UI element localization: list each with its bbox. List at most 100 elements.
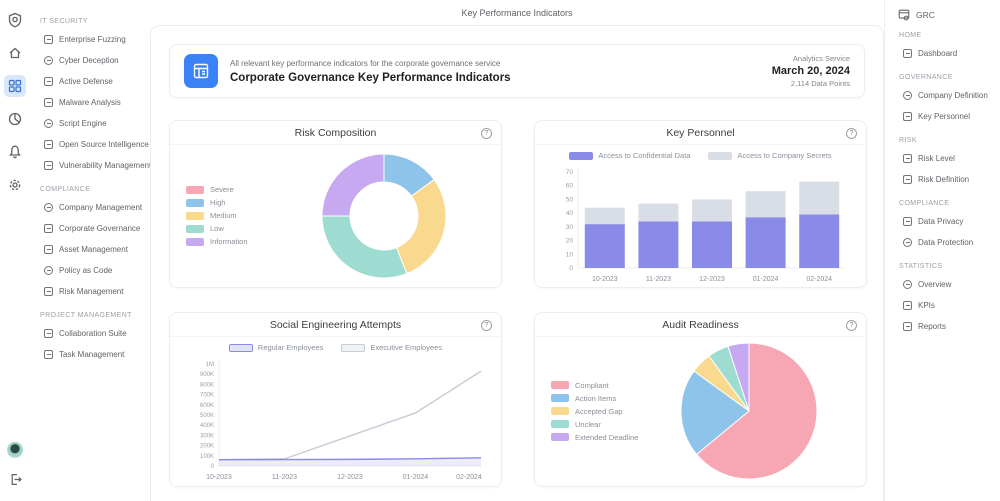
- legend-entry[interactable]: Extended Deadline: [551, 433, 631, 442]
- sidebar-item-label: Company Definition: [918, 91, 988, 100]
- svg-text:0: 0: [210, 464, 214, 470]
- page-title: Key Performance Indicators: [150, 0, 884, 25]
- sidebar-item-cyber-deception[interactable]: Cyber Deception: [38, 50, 144, 71]
- svg-text:200K: 200K: [199, 444, 213, 450]
- sidebar-item-company-management[interactable]: Company Management: [38, 197, 144, 218]
- logout-icon[interactable]: [4, 468, 26, 490]
- svg-text:11-2023: 11-2023: [645, 276, 670, 283]
- sidebar-item-vulnerability-management[interactable]: Vulnerability Management: [38, 155, 144, 176]
- legend-entry[interactable]: Access to Company Secrets: [708, 151, 831, 160]
- legend-entry[interactable]: High: [186, 198, 266, 207]
- svg-text:400K: 400K: [199, 423, 213, 429]
- sidebar-item-data-protection[interactable]: Data Protection: [897, 232, 996, 253]
- legend-entry[interactable]: Regular Employees: [229, 343, 323, 352]
- legend-label: Access to Company Secrets: [737, 151, 831, 160]
- sidebar-item-key-personnel[interactable]: Key Personnel: [897, 106, 996, 127]
- sidebar-item-label: Script Engine: [59, 119, 107, 128]
- legend-entry[interactable]: Access to Confidential Data: [569, 151, 690, 160]
- sidebar-item-risk-management[interactable]: Risk Management: [38, 281, 144, 302]
- reports-icon: [903, 322, 912, 331]
- sidebar-item-label: Key Personnel: [918, 112, 970, 121]
- help-icon[interactable]: ?: [481, 128, 492, 139]
- company-definition-icon: [903, 91, 912, 100]
- svg-text:40: 40: [565, 210, 573, 217]
- sidebar-item-label: KPIs: [918, 301, 935, 310]
- legend-swatch: [569, 152, 593, 160]
- risk-composition-card: Risk Composition ? SevereHighMediumLowIn…: [169, 120, 502, 288]
- company-management-icon: [44, 203, 53, 212]
- svg-text:50: 50: [565, 196, 573, 203]
- sidebar-item-script-engine[interactable]: Script Engine: [38, 113, 144, 134]
- legend-swatch: [186, 186, 204, 194]
- settings-gear-icon[interactable]: [4, 174, 26, 196]
- svg-text:70: 70: [565, 169, 573, 176]
- section-label: STATISTICS: [899, 263, 996, 270]
- dashboard-grid-icon[interactable]: [4, 75, 26, 97]
- sidebar-item-risk-level[interactable]: Risk Level: [897, 148, 996, 169]
- sidebar-item-active-defense[interactable]: Active Defense: [38, 71, 144, 92]
- sidebar-item-label: Malware Analysis: [59, 98, 121, 107]
- section-label: IT SECURITY: [40, 18, 144, 25]
- sidebar-item-corporate-governance[interactable]: Corporate Governance: [38, 218, 144, 239]
- data-points-count: 2,114 Data Points: [772, 79, 850, 88]
- brand-label: GRC: [916, 10, 935, 20]
- sidebar-item-dashboard[interactable]: Dashboard: [897, 43, 996, 64]
- svg-text:01-2024: 01-2024: [752, 276, 778, 283]
- legend-entry[interactable]: Severe: [186, 185, 266, 194]
- sidebar-item-policy-as-code[interactable]: Policy as Code: [38, 260, 144, 281]
- legend-entry[interactable]: Information: [186, 237, 266, 246]
- sidebar-item-data-privacy[interactable]: Data Privacy: [897, 211, 996, 232]
- svg-text:10-2023: 10-2023: [591, 276, 617, 283]
- pie-chart: [631, 340, 866, 482]
- sidebar-item-reports[interactable]: Reports: [897, 316, 996, 337]
- sidebar-item-open-source-intelligence[interactable]: Open Source Intelligence: [38, 134, 144, 155]
- chart-legend: Severe High Medium Low Information: [170, 181, 266, 250]
- fuzzing-icon: [44, 35, 53, 44]
- legend-label: Compliant: [575, 381, 609, 390]
- sidebar-item-label: Vulnerability Management: [59, 161, 150, 170]
- sidebar-item-label: Risk Definition: [918, 175, 969, 184]
- svg-text:100K: 100K: [199, 454, 213, 460]
- svg-text:900K: 900K: [199, 372, 213, 378]
- svg-text:800K: 800K: [199, 382, 213, 388]
- help-icon[interactable]: ?: [481, 320, 492, 331]
- analytics-pie-icon[interactable]: [4, 108, 26, 130]
- legend-entry[interactable]: Action Items: [551, 394, 631, 403]
- section-label: PROJECT MANAGEMENT: [40, 312, 144, 319]
- sidebar-item-task-management[interactable]: Task Management: [38, 344, 144, 365]
- legend-entry[interactable]: Accepted Gap: [551, 407, 631, 416]
- legend-entry[interactable]: Compliant: [551, 381, 631, 390]
- legend-entry[interactable]: Executive Employees: [341, 343, 442, 352]
- osint-icon: [44, 140, 53, 149]
- home-icon[interactable]: [4, 42, 26, 64]
- help-icon[interactable]: ?: [846, 320, 857, 331]
- legend-label: Extended Deadline: [575, 433, 638, 442]
- app-logo-shield-icon[interactable]: [4, 9, 26, 31]
- sidebar-item-malware-analysis[interactable]: Malware Analysis: [38, 92, 144, 113]
- legend-entry[interactable]: Unclear: [551, 420, 631, 429]
- sidebar-item-company-definition[interactable]: Company Definition: [897, 85, 996, 106]
- sidebar-item-enterprise-fuzzing[interactable]: Enterprise Fuzzing: [38, 29, 144, 50]
- charts-grid: Risk Composition ? SevereHighMediumLowIn…: [169, 120, 865, 487]
- sidebar-item-kpis[interactable]: KPIs: [897, 295, 996, 316]
- section-label: COMPLIANCE: [40, 186, 144, 193]
- sidebar-item-label: Dashboard: [918, 49, 957, 58]
- sidebar-item-asset-management[interactable]: Asset Management: [38, 239, 144, 260]
- chart-title: Social Engineering Attempts: [170, 313, 501, 337]
- legend-entry[interactable]: Low: [186, 224, 266, 233]
- chart-title: Audit Readiness: [535, 313, 866, 337]
- sidebar-item-label: Cyber Deception: [59, 56, 119, 65]
- sidebar-item-risk-definition[interactable]: Risk Definition: [897, 169, 996, 190]
- legend-swatch: [186, 238, 204, 246]
- legend-entry[interactable]: Medium: [186, 211, 266, 220]
- header-card-subtitle: All relevant key performance indicators …: [230, 59, 760, 68]
- sidebar-item-label: Company Management: [59, 203, 142, 212]
- help-icon[interactable]: ?: [846, 128, 857, 139]
- user-avatar[interactable]: [7, 442, 23, 458]
- svg-text:700K: 700K: [199, 393, 213, 399]
- sidebar-item-overview[interactable]: Overview: [897, 274, 996, 295]
- sidebar-item-label: Task Management: [59, 350, 124, 359]
- sidebar-item-collaboration-suite[interactable]: Collaboration Suite: [38, 323, 144, 344]
- legend-label: Executive Employees: [370, 343, 442, 352]
- notifications-bell-icon[interactable]: [4, 141, 26, 163]
